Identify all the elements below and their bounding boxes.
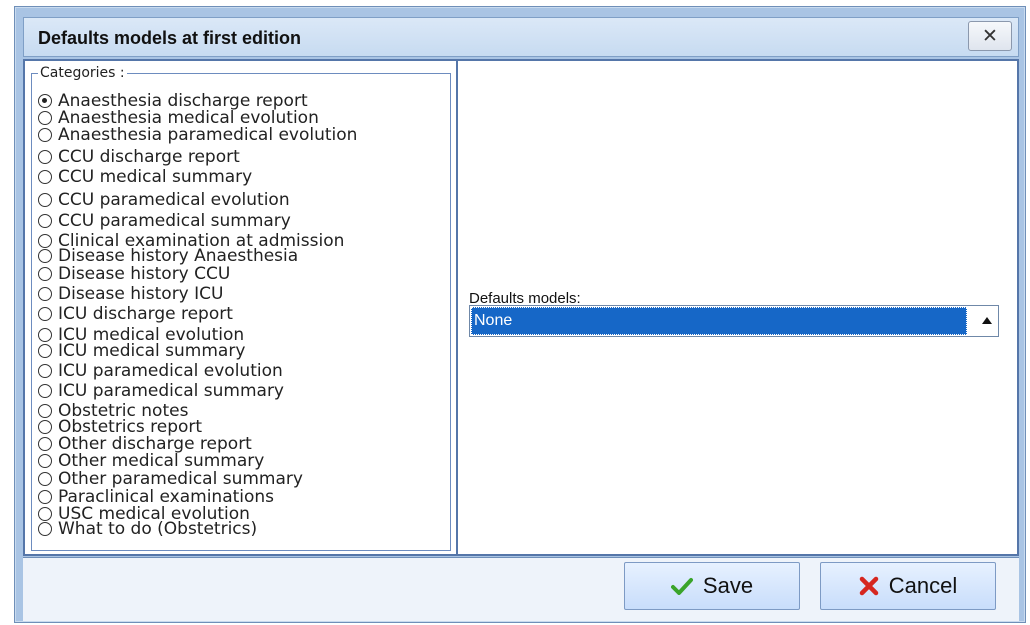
category-label: CCU medical summary [58,167,253,187]
triangle-up-icon[interactable] [982,317,992,324]
categories-label: Categories : [38,65,127,81]
category-label: Anaesthesia medical evolution [58,108,319,128]
radio-button-icon[interactable] [38,214,52,228]
radio-button-icon[interactable] [38,193,52,207]
radio-button-icon[interactable] [38,150,52,164]
save-label: Save [702,573,754,598]
radio-button-icon[interactable] [38,454,52,468]
category-radio-item[interactable]: Disease history ICU [38,284,224,304]
category-radio-item[interactable]: Obstetrics report [38,417,203,437]
checkmark-icon [670,578,693,595]
radio-button-icon[interactable] [38,234,52,248]
radio-button-icon[interactable] [38,344,52,358]
panel-divider [456,61,458,554]
category-radio-item[interactable]: CCU discharge report [38,147,240,167]
radio-button-icon[interactable] [38,328,52,342]
category-label: Other discharge report [58,434,252,454]
category-radio-item[interactable]: Anaesthesia medical evolution [38,108,319,128]
category-label: ICU paramedical evolution [58,361,283,381]
radio-button-icon[interactable] [38,507,52,521]
x-icon [859,576,878,596]
save-button[interactable]: Save [624,562,800,610]
radio-button-icon[interactable] [38,437,52,451]
category-radio-item[interactable]: Other discharge report [38,434,252,454]
category-label: Disease history Anaesthesia [58,246,299,266]
title-bar: Defaults models at first edition ✕ [23,17,1019,57]
radio-button-icon[interactable] [38,420,52,434]
category-label: ICU medical summary [58,341,246,361]
radio-button-icon[interactable] [38,94,52,108]
category-label: ICU discharge report [58,304,233,324]
radio-button-icon[interactable] [38,111,52,125]
dialog-content: Categories : Anaesthesia discharge repor… [23,59,1019,556]
category-radio-item[interactable]: ICU medical summary [38,341,246,361]
category-radio-item[interactable]: Paraclinical examinations [38,487,275,507]
radio-button-icon[interactable] [38,384,52,398]
category-radio-item[interactable]: Anaesthesia discharge report [38,91,308,111]
category-radio-item[interactable]: CCU paramedical summary [38,211,291,231]
radio-button-icon[interactable] [38,249,52,263]
category-label: Other medical summary [58,451,265,471]
category-radio-item[interactable]: Other paramedical summary [38,469,303,489]
defaults-models-selected-value[interactable]: None [471,307,967,335]
radio-button-icon[interactable] [38,522,52,536]
category-radio-item[interactable]: ICU discharge report [38,304,233,324]
category-radio-item[interactable]: Other medical summary [38,451,265,471]
category-label: CCU discharge report [58,147,240,167]
category-radio-item[interactable]: ICU paramedical evolution [38,361,283,381]
category-radio-item[interactable]: What to do (Obstetrics) [38,519,258,539]
category-radio-item[interactable]: Disease history Anaesthesia [38,246,299,266]
close-button[interactable]: ✕ [968,21,1012,51]
cancel-label: Cancel [888,573,958,598]
dialog-window: Defaults models at first edition ✕ Categ… [14,6,1026,623]
category-label: CCU paramedical summary [58,211,291,231]
close-icon: ✕ [982,25,998,47]
radio-button-icon[interactable] [38,128,52,142]
category-label: Anaesthesia discharge report [58,91,308,111]
radio-button-icon[interactable] [38,490,52,504]
category-label: Obstetrics report [58,417,203,437]
category-radio-item[interactable]: Anaesthesia paramedical evolution [38,125,358,145]
radio-button-icon[interactable] [38,364,52,378]
category-label: What to do (Obstetrics) [58,519,258,539]
radio-button-icon[interactable] [38,404,52,418]
category-radio-item[interactable]: CCU medical summary [38,167,253,187]
category-radio-item[interactable]: ICU paramedical summary [38,381,284,401]
radio-button-icon[interactable] [38,287,52,301]
category-radio-item[interactable]: CCU paramedical evolution [38,190,290,210]
category-radio-item[interactable]: Disease history CCU [38,264,231,284]
category-label: ICU paramedical summary [58,381,284,401]
dialog-footer: Save Cancel [23,557,1019,621]
cancel-button[interactable]: Cancel [820,562,996,610]
category-label: Disease history CCU [58,264,231,284]
category-label: Disease history ICU [58,284,224,304]
radio-button-icon[interactable] [38,307,52,321]
category-label: CCU paramedical evolution [58,190,290,210]
radio-button-icon[interactable] [38,472,52,486]
radio-button-icon[interactable] [38,267,52,281]
radio-button-icon[interactable] [38,170,52,184]
categories-groupbox: Categories : Anaesthesia discharge repor… [31,65,451,551]
dialog-title: Defaults models at first edition [38,28,302,48]
category-label: Other paramedical summary [58,469,303,489]
defaults-models-select[interactable]: None [469,305,999,337]
category-label: Anaesthesia paramedical evolution [58,125,358,145]
category-label: Paraclinical examinations [58,487,275,507]
